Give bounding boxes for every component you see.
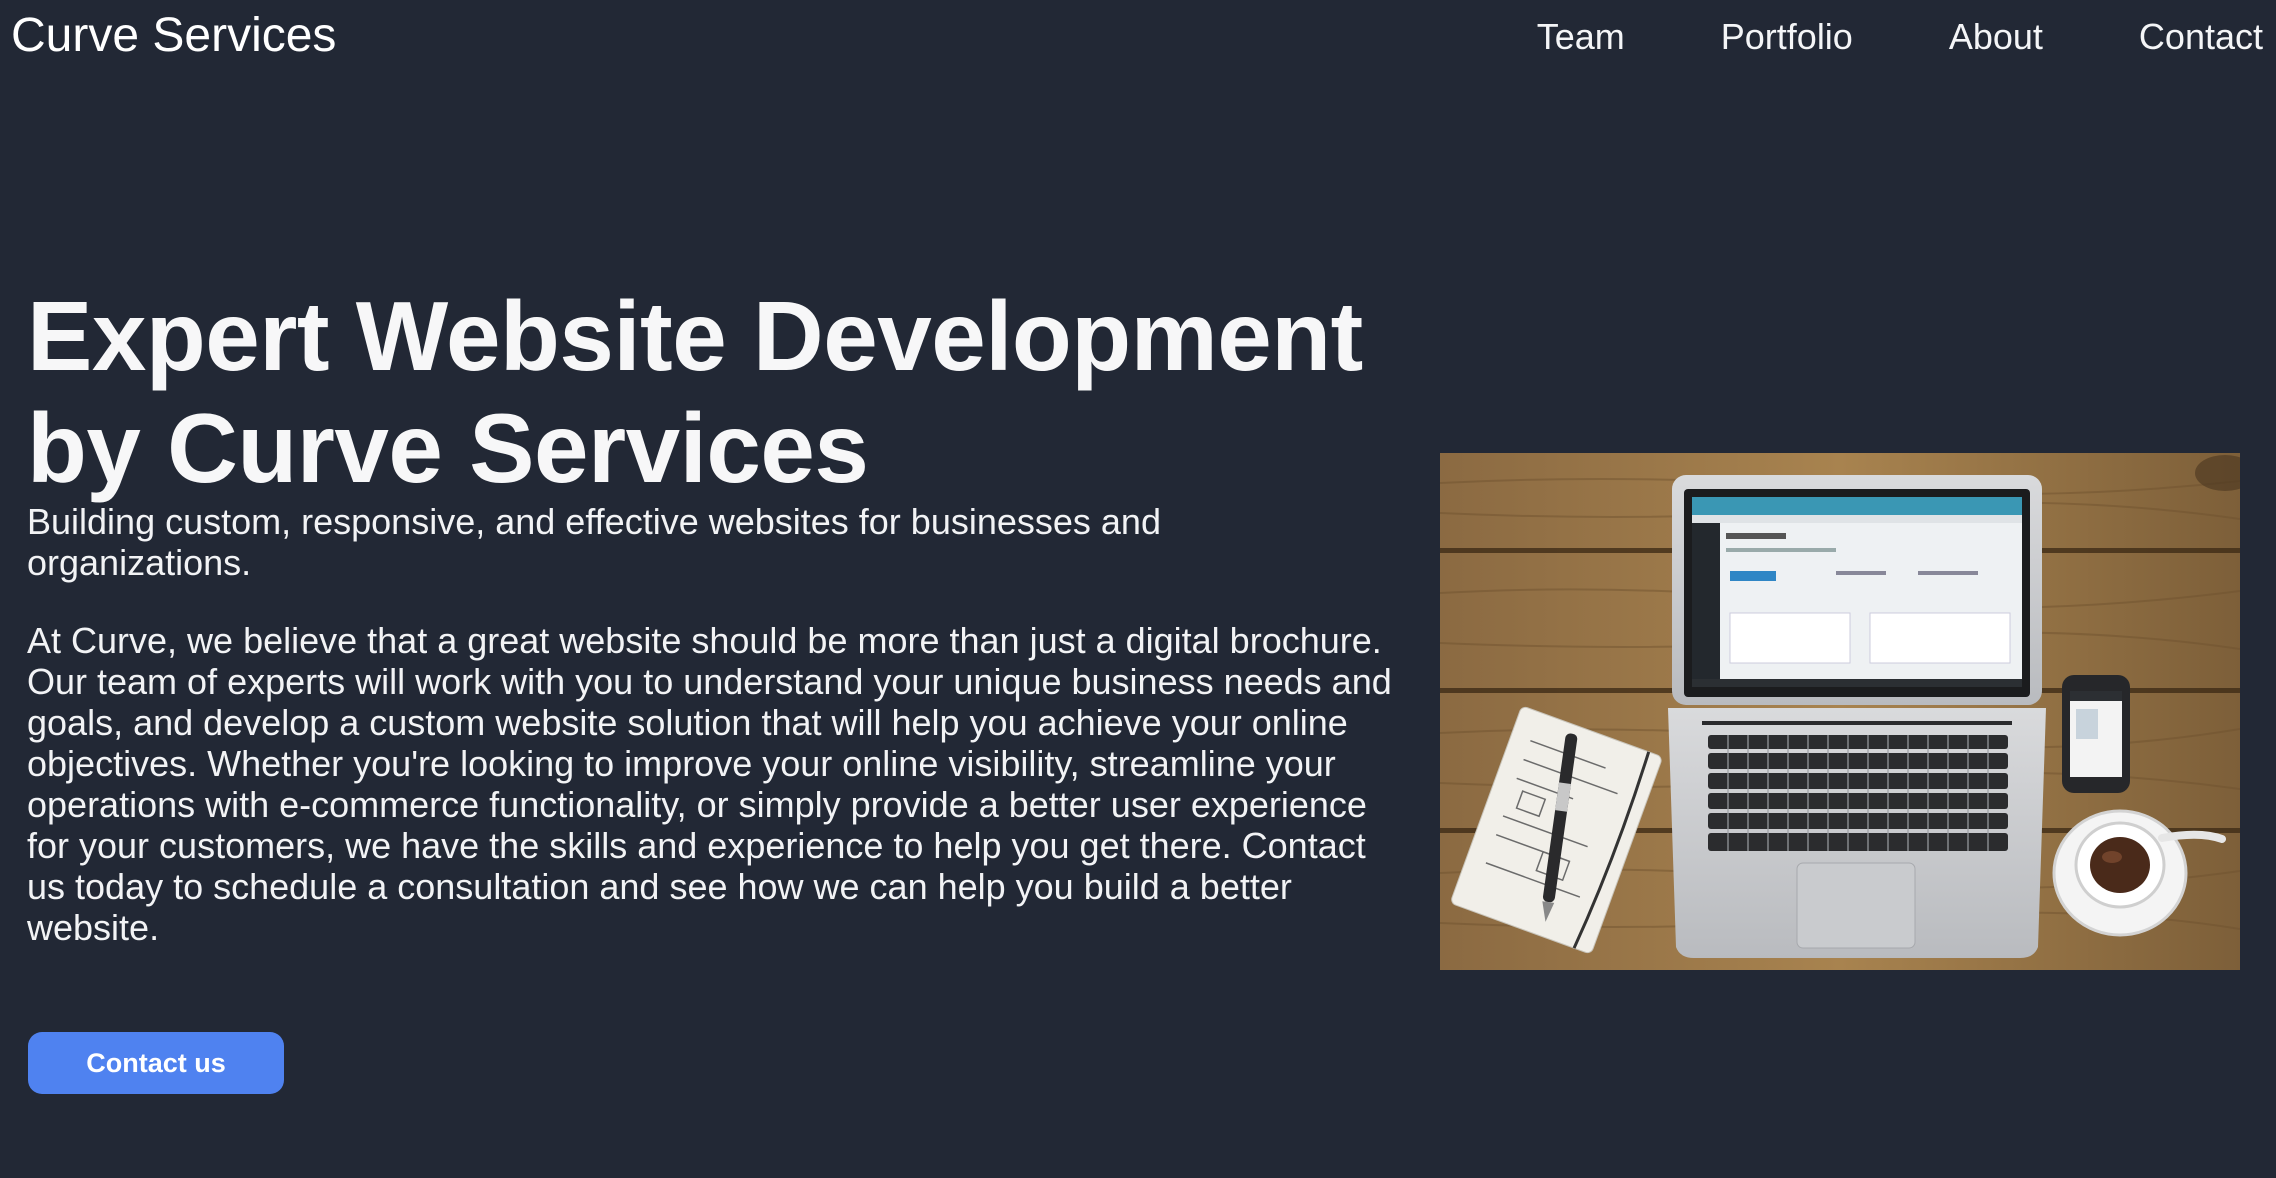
site-header: Curve Services Team Portfolio About Cont… [0,0,2276,78]
brand-logo-text[interactable]: Curve Services [11,8,336,64]
hero-title: Expert Website Development by Curve Serv… [27,281,1363,503]
hero-subtitle: Building custom, responsive, and effecti… [27,501,1161,583]
main-nav: Team Portfolio About Contact [1537,12,2263,62]
laptop-desk-photo [1440,453,2240,970]
nav-link-portfolio[interactable]: Portfolio [1721,12,1853,62]
nav-link-contact[interactable]: Contact [2139,12,2263,62]
contact-us-button[interactable]: Contact us [28,1032,284,1094]
nav-link-about[interactable]: About [1949,12,2043,62]
nav-link-team[interactable]: Team [1537,12,1625,62]
hero-body-text: At Curve, we believe that a great websit… [27,620,1392,948]
